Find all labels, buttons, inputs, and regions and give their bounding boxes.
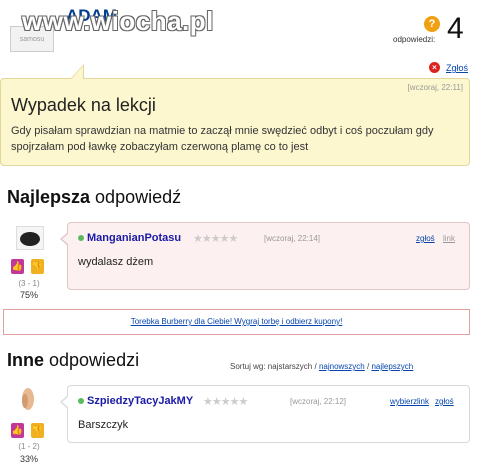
ad-banner[interactable]: Torebka Burberry dla Ciebie! Wygraj torb… <box>3 309 470 335</box>
other-vote-percent: 33% <box>19 454 38 464</box>
sort-best-link[interactable]: najlepszych <box>371 362 413 371</box>
question-time: [wczoraj, 22:11] <box>407 83 463 92</box>
best-answer-heading: Najlepsza odpowiedź <box>7 187 181 208</box>
thumb-down-icon[interactable]: 👎 <box>31 423 44 438</box>
avatar-image-icon <box>20 232 40 246</box>
best-vote-percent: 75% <box>19 290 38 300</box>
other-answer-box: SzpiedzyTacyJakMY ★★★★★ [wczoraj, 22:12]… <box>67 385 470 443</box>
other-answer-avatar[interactable] <box>16 386 38 412</box>
other-heading-bold: Inne <box>7 350 45 370</box>
other-vote-count: (1 - 2) <box>18 442 40 451</box>
other-heading-rest: odpowiedzi <box>44 350 140 370</box>
best-permalink[interactable]: link <box>443 234 455 243</box>
other-answer-text: Barszczyk <box>78 419 129 431</box>
rating-stars[interactable]: ★★★★★ <box>193 232 238 245</box>
other-answers-heading: Inne odpowiedzi <box>7 350 139 371</box>
best-report-link[interactable]: zgłoś <box>416 234 435 243</box>
avatar-label: samosu <box>19 36 45 43</box>
thumb-up-icon[interactable]: 👍 <box>11 259 24 274</box>
thumb-up-icon[interactable]: 👍 <box>11 423 24 438</box>
question-mark-icon: ? <box>424 16 440 32</box>
other-permalink[interactable]: link <box>417 397 429 406</box>
other-choose-link[interactable]: wybierz <box>390 397 417 406</box>
report-icon[interactable]: × <box>429 62 440 73</box>
ad-link[interactable]: Torebka Burberry dla Ciebie! Wygraj torb… <box>4 317 469 326</box>
best-heading-bold: Najlepsza <box>7 187 91 207</box>
watermark: www.wiocha.pl <box>22 6 214 36</box>
thumb-down-icon[interactable]: 👎 <box>31 259 44 274</box>
other-answer-time: [wczoraj, 22:12] <box>290 397 347 406</box>
best-answer-avatar[interactable] <box>16 226 44 250</box>
other-bubble-tail-inner <box>62 396 69 408</box>
online-dot-icon <box>78 398 84 404</box>
online-dot-icon <box>78 235 84 241</box>
rating-stars[interactable]: ★★★★★ <box>203 395 248 408</box>
best-answer-user[interactable]: ManganianPotasu <box>87 232 181 244</box>
sort-newest-link[interactable]: najnowszych <box>319 362 365 371</box>
question-title: Wypadek na lekcji <box>11 95 156 115</box>
question-body: Gdy pisałam sprawdzian na matmie to zacz… <box>11 125 434 153</box>
sort-bar: Sortuj wg: najstarszych / najnowszych / … <box>230 362 413 371</box>
best-answer-time: [wczoraj, 22:14] <box>264 234 321 243</box>
other-report-link[interactable]: zgłoś <box>435 397 454 406</box>
other-answer-user[interactable]: SzpiedzyTacyJakMY <box>87 395 193 407</box>
best-answer-box: ManganianPotasu ★★★★★ [wczoraj, 22:14] z… <box>67 222 470 290</box>
best-answer-text: wydalasz dżem <box>78 256 154 268</box>
sort-label: Sortuj wg: najstarszych / <box>230 362 317 371</box>
best-vote-count: (3 - 1) <box>18 279 40 288</box>
answers-count: 4 <box>447 12 464 45</box>
best-bubble-tail-inner <box>62 233 69 245</box>
report-question-link[interactable]: Zgłoś <box>446 63 468 73</box>
avatar-image-icon <box>22 388 34 410</box>
question-bubble-tail-inner <box>71 66 83 79</box>
sort-separator: / <box>366 362 370 371</box>
question-box: [wczoraj, 22:11] Wypadek na lekcji Gdy p… <box>0 78 470 166</box>
answers-label: odpowiedzi: <box>393 35 436 44</box>
best-heading-rest: odpowiedź <box>90 187 182 207</box>
question-header: samosu ADAM www.wiocha.pl ? odpowiedzi: … <box>0 0 483 60</box>
